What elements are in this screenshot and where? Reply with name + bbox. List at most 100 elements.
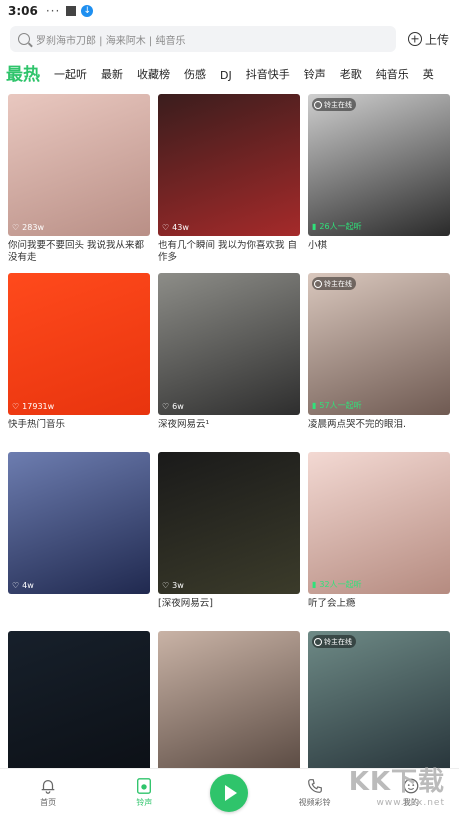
play-count: ♡ 43w: [162, 223, 189, 232]
playlist-cover-image[interactable]: ♡ 283w: [8, 94, 150, 236]
playlist-card[interactable]: ▮ 32人一起听听了会上瘾: [308, 452, 450, 623]
phone-icon: [307, 779, 322, 793]
listeners-count: ▮ 32人一起听: [312, 579, 362, 590]
host-online-badge: 铃主在线: [312, 98, 356, 111]
count-value: 283w: [22, 223, 44, 232]
playlist-cover-image[interactable]: ♡ 3w: [158, 452, 300, 594]
tab-listen-together[interactable]: 一起听: [54, 66, 87, 88]
playlist-card[interactable]: ♡ 4w: [8, 452, 150, 623]
playlist-title: 凌晨两点哭不完的眼泪.: [308, 419, 407, 430]
avatar-icon: [314, 279, 322, 288]
playlist-grid: ♡ 283w 你问我要不要回头 我说我从来都没有走 ♡ 43w 也有几个瞬间 我以为你喜欢…: [8, 94, 451, 802]
playlist-cover-image[interactable]: ♡ 43w: [158, 94, 300, 236]
equalizer-icon: ▮: [312, 401, 317, 410]
count-value: 32人一起听: [319, 580, 362, 589]
nav-video-ringtone-label: 视频彩铃: [298, 798, 331, 807]
tab-oldies[interactable]: 老歌: [340, 66, 362, 88]
notification-dots: ···: [45, 4, 61, 18]
watermark-url: www.kkx.net: [376, 798, 445, 808]
tab-ringtone[interactable]: 铃声: [304, 66, 326, 88]
playlist-title: 也有几个瞬间 我以为你喜欢我 自作多: [158, 240, 298, 263]
playlist-title: 深夜网易云¹: [158, 419, 210, 430]
count-value: 57人一起听: [319, 401, 362, 410]
playlist-cover-image[interactable]: ♡ 4w: [8, 452, 150, 594]
playlist-cover-image[interactable]: ♡ 17931w: [8, 273, 150, 415]
playlist-title: 快手热门音乐: [8, 419, 66, 430]
search-icon: [18, 33, 30, 45]
playlist-title: 你问我要不要回头 我说我从来都没有走: [8, 240, 145, 263]
tab-douyin-kuaishou[interactable]: 抖音快手: [246, 66, 290, 88]
category-tabs: 最热 一起听 最新 收藏榜 伤感 DJ 抖音快手 铃声 老歌 纯音乐 英: [0, 58, 459, 88]
playlist-cover-image[interactable]: ♡ 6w: [158, 273, 300, 415]
watermark-text: KK下载: [348, 767, 445, 797]
tab-sad[interactable]: 伤感: [184, 66, 206, 88]
playlist-cover-image[interactable]: ▮ 32人一起听: [308, 452, 450, 594]
upload-button[interactable]: 上传: [407, 31, 449, 48]
playlist-title: 听了会上瘾: [308, 598, 356, 609]
count-value: 17931w: [22, 402, 55, 411]
equalizer-icon: ▮: [312, 222, 317, 231]
download-icon: ↓: [81, 5, 94, 17]
nav-home-label: 首页: [40, 798, 57, 807]
tab-english[interactable]: 英: [423, 66, 434, 88]
nav-ringtone-label: 铃声: [136, 798, 153, 807]
nav-ringtone[interactable]: 铃声: [114, 777, 174, 808]
tab-hottest[interactable]: 最热: [6, 60, 40, 88]
count-value: 3w: [172, 581, 184, 590]
playlist-title: [深夜网易云]: [158, 598, 213, 609]
like-icon: ♡: [12, 581, 20, 590]
watermark-logo: KK下载 www.kkx.net: [349, 761, 445, 808]
tab-newest[interactable]: 最新: [101, 66, 123, 88]
badge-label: 铃主在线: [324, 100, 352, 109]
play-count: ♡ 6w: [162, 402, 184, 411]
like-icon: ♡: [162, 402, 170, 411]
equalizer-icon: ▮: [312, 580, 317, 589]
play-button[interactable]: [210, 773, 249, 812]
playlist-card[interactable]: ♡ 43w 也有几个瞬间 我以为你喜欢我 自作多: [158, 94, 300, 265]
play-count: ♡ 3w: [162, 581, 184, 590]
upload-label: 上传: [424, 32, 449, 47]
playlist-cover-image[interactable]: 铃主在线 ▮ 26人一起听: [308, 94, 450, 236]
listeners-count: ▮ 57人一起听: [312, 400, 362, 411]
badge-label: 铃主在线: [324, 637, 352, 646]
plus-circle-icon: [407, 32, 422, 46]
tab-dj[interactable]: DJ: [220, 69, 232, 88]
avatar-icon: [314, 100, 322, 109]
playlist-card[interactable]: 铃主在线 ▮ 26人一起听小棋: [308, 94, 450, 265]
play-icon: [224, 784, 237, 801]
playlist-card[interactable]: ♡ 6w 深夜网易云¹: [158, 273, 300, 444]
playlist-card[interactable]: ♡ 283w 你问我要不要回头 我说我从来都没有走: [8, 94, 150, 265]
playlist-card[interactable]: 铃主在线 ▮ 57人一起听凌晨两点哭不完的眼泪.: [308, 273, 450, 444]
playlist-cover-image[interactable]: [8, 631, 150, 773]
playlist-cover-image[interactable]: 铃主在线 ▮ 57人一起听: [308, 273, 450, 415]
music-icon: [137, 778, 152, 794]
playlist-title: 小棋: [308, 240, 328, 251]
host-online-badge: 铃主在线: [312, 277, 356, 290]
count-value: 4w: [22, 581, 34, 590]
count-value: 6w: [172, 402, 184, 411]
playlist-cover-image[interactable]: [158, 631, 300, 773]
nav-home[interactable]: 首页: [18, 777, 78, 808]
playlist-card[interactable]: ♡ 3w [深夜网易云]: [158, 452, 300, 623]
app-notification-icon: [66, 6, 77, 16]
playlist-card[interactable]: ♡ 17931w 快手热门音乐: [8, 273, 150, 444]
playlist-cover-image[interactable]: 铃主在线: [308, 631, 450, 773]
status-bar: 3:06 ··· ↓: [0, 0, 459, 22]
tab-favorites-chart[interactable]: 收藏榜: [137, 66, 170, 88]
like-icon: ♡: [12, 402, 20, 411]
host-online-badge: 铃主在线: [312, 635, 356, 648]
tab-pure-music[interactable]: 纯音乐: [376, 66, 409, 88]
search-row: 罗刹海市刀郎 | 海来阿木 | 纯音乐 上传: [0, 24, 459, 54]
search-placeholder: 罗刹海市刀郎 | 海来阿木 | 纯音乐: [36, 35, 186, 47]
like-icon: ♡: [162, 223, 170, 232]
count-value: 43w: [172, 223, 189, 232]
play-count: ♡ 17931w: [12, 402, 54, 411]
like-icon: ♡: [162, 581, 170, 590]
badge-label: 铃主在线: [324, 279, 352, 288]
search-input[interactable]: 罗刹海市刀郎 | 海来阿木 | 纯音乐: [10, 26, 396, 52]
bell-icon: [41, 779, 55, 794]
play-count: ♡ 283w: [12, 223, 44, 232]
clock: 3:06: [8, 4, 38, 18]
nav-video-ringtone[interactable]: 视频彩铃: [285, 777, 345, 808]
listeners-count: ▮ 26人一起听: [312, 221, 362, 232]
